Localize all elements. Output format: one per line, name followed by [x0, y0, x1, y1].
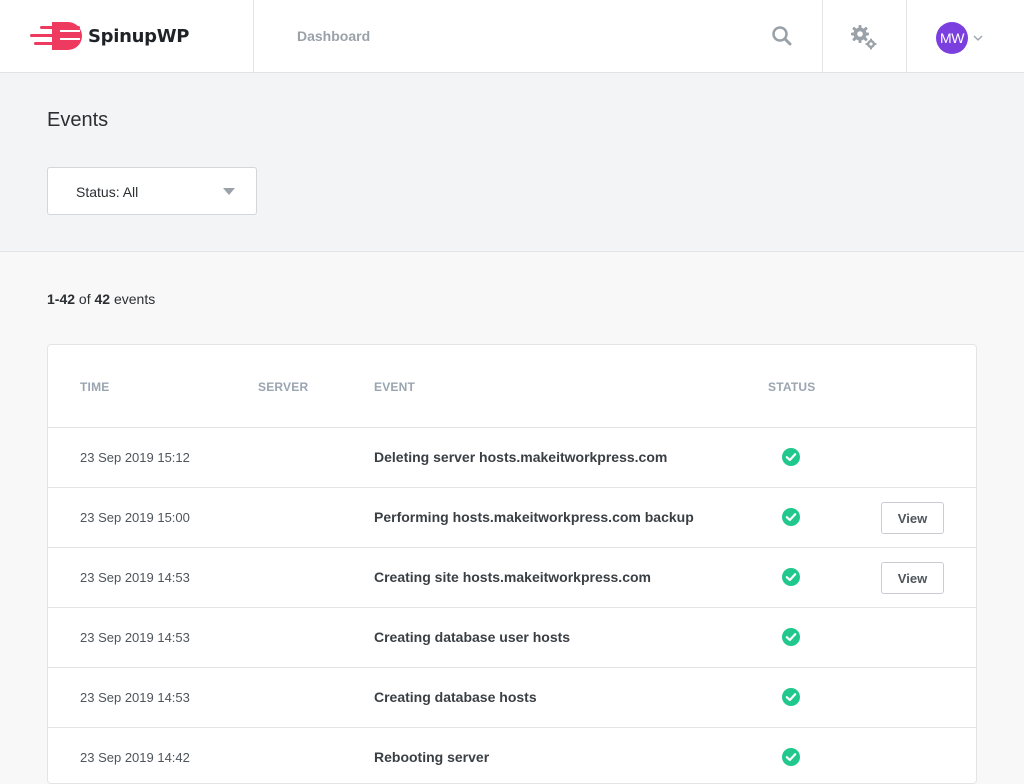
- event-time: 23 Sep 2019 15:00: [80, 510, 190, 525]
- event-description: Creating database hosts: [374, 689, 537, 705]
- status-success-icon: [782, 448, 800, 466]
- event-description: Rebooting server: [374, 749, 490, 765]
- events-of-label: of: [78, 291, 91, 307]
- spinupwp-logo-icon: [30, 22, 82, 50]
- spinupwp-logo[interactable]: SpinupWP: [30, 20, 189, 52]
- status-filter-dropdown[interactable]: Status: All: [47, 167, 257, 215]
- settings-button[interactable]: [850, 24, 880, 52]
- nav-dashboard-link[interactable]: Dashboard: [297, 28, 370, 44]
- status-success-icon: [782, 688, 800, 706]
- event-time: 23 Sep 2019 15:12: [80, 450, 190, 465]
- status-filter-label: Status: All: [76, 184, 139, 200]
- table-row[interactable]: 23 Sep 2019 15:12 Deleting server hosts.m…: [48, 428, 976, 488]
- table-row[interactable]: 23 Sep 2019 14:53 Creating database hosts: [48, 668, 976, 728]
- table-row[interactable]: 23 Sep 2019 14:53 Creating database user …: [48, 608, 976, 668]
- event-description: Performing hosts.makeitworkpress.com bac…: [374, 509, 694, 525]
- status-success-icon: [782, 748, 800, 766]
- view-event-button[interactable]: View: [881, 562, 944, 594]
- brand-name: SpinupWP: [88, 25, 190, 47]
- events-table: TIME SERVER EVENT STATUS 23 Sep 2019 15:…: [47, 344, 977, 784]
- table-row[interactable]: 23 Sep 2019 14:42 Rebooting server: [48, 728, 976, 783]
- column-header-server[interactable]: SERVER: [258, 380, 308, 394]
- events-total: 42: [94, 291, 111, 307]
- events-unit: events: [113, 291, 156, 307]
- top-navigation-bar: SpinupWP Dashboard MW: [0, 0, 1024, 73]
- event-description: Deleting server hosts.makeitworkpress.co…: [374, 449, 668, 465]
- gear-icon: [851, 25, 877, 50]
- caret-down-icon: [223, 188, 235, 195]
- column-header-status[interactable]: STATUS: [768, 380, 815, 394]
- search-button[interactable]: [770, 24, 794, 48]
- event-time: 23 Sep 2019 14:42: [80, 750, 190, 765]
- table-header: TIME SERVER EVENT STATUS: [48, 345, 976, 428]
- chevron-down-icon: [973, 35, 983, 41]
- event-time: 23 Sep 2019 14:53: [80, 690, 190, 705]
- event-description: Creating site hosts.makeitworkpress.com: [374, 569, 651, 585]
- event-time: 23 Sep 2019 14:53: [80, 570, 190, 585]
- search-icon: [772, 26, 792, 46]
- status-success-icon: [782, 628, 800, 646]
- column-header-event[interactable]: EVENT: [374, 380, 415, 394]
- page-header: [0, 73, 1024, 252]
- events-count: 1-42 of 42 events: [47, 291, 155, 307]
- header-divider: [906, 0, 907, 72]
- events-range: 1-42: [47, 291, 76, 307]
- status-success-icon: [782, 568, 800, 586]
- table-row[interactable]: 23 Sep 2019 15:00 Performing hosts.makeit…: [48, 488, 976, 548]
- header-divider: [822, 0, 823, 72]
- status-success-icon: [782, 508, 800, 526]
- event-description: Creating database user hosts: [374, 629, 571, 645]
- event-time: 23 Sep 2019 14:53: [80, 630, 190, 645]
- user-menu[interactable]: MW: [936, 22, 983, 54]
- column-header-time[interactable]: TIME: [80, 380, 109, 394]
- view-event-button[interactable]: View: [881, 502, 944, 534]
- header-divider: [253, 0, 254, 72]
- table-row[interactable]: 23 Sep 2019 14:53 Creating site hosts.mak…: [48, 548, 976, 608]
- page-title: Events: [47, 109, 109, 131]
- avatar: MW: [936, 22, 968, 54]
